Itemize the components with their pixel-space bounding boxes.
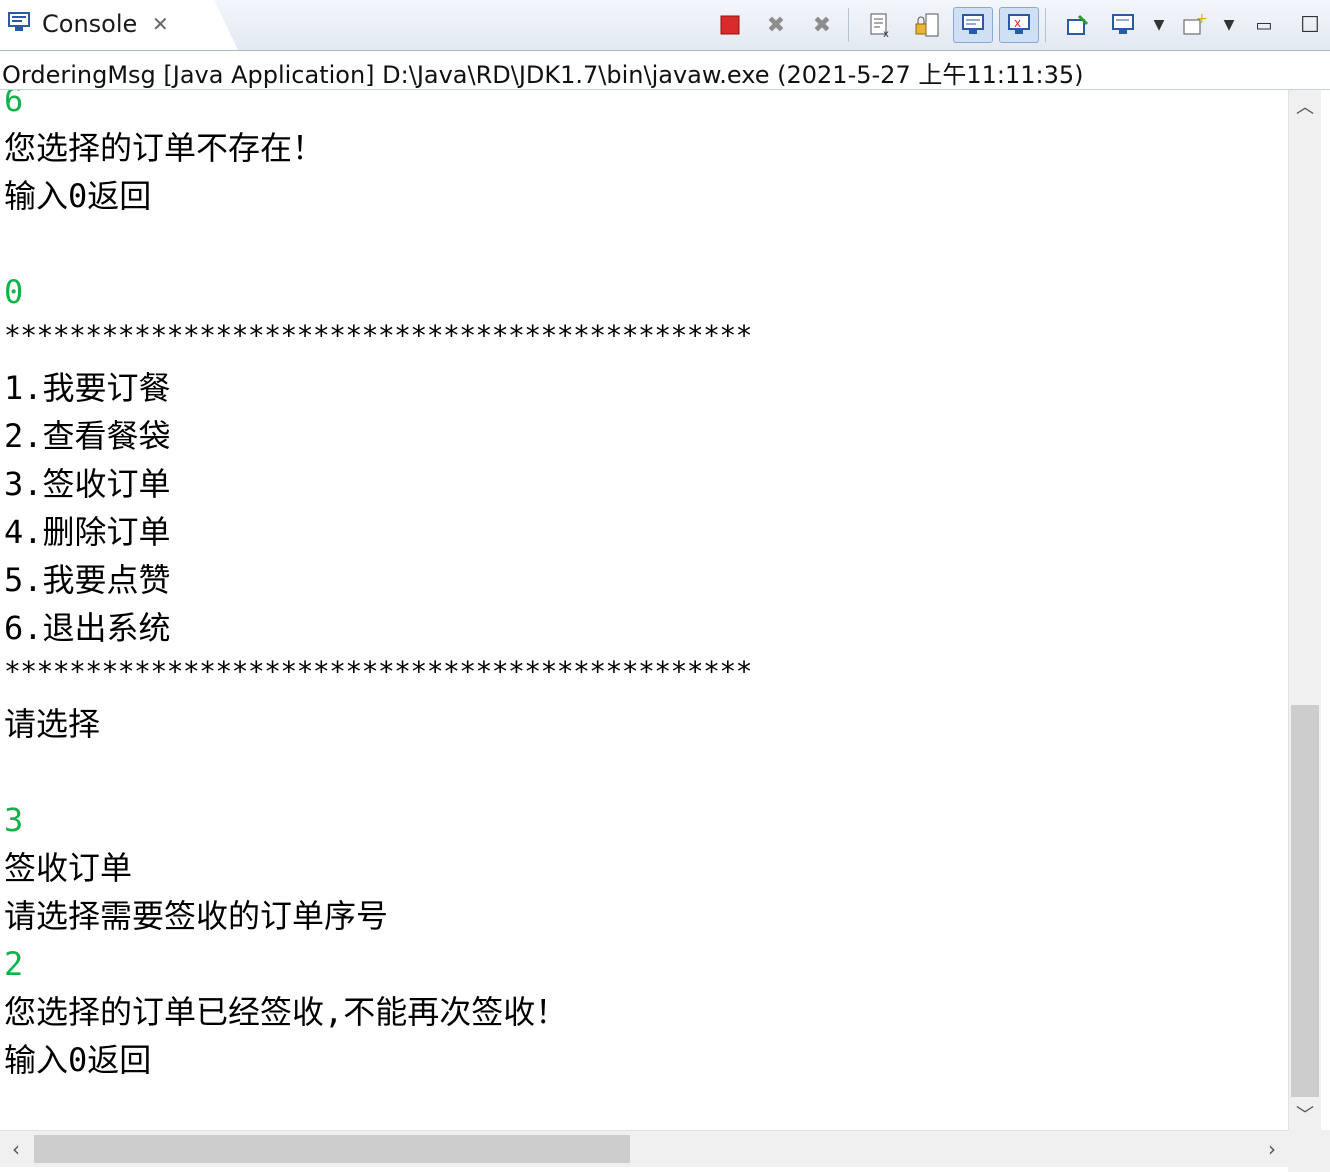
terminate-icon[interactable] xyxy=(710,7,750,43)
menu-item: 3.签收订单 xyxy=(4,465,171,503)
chevron-left-icon[interactable]: ‹ xyxy=(0,1131,32,1167)
console-line: 请选择 xyxy=(4,705,101,743)
process-title-bar: OrderingMsg [Java Application] D:\Java\R… xyxy=(0,51,1330,90)
chevron-up-icon[interactable]: ︿ xyxy=(1289,90,1321,122)
toolbar-separator xyxy=(848,8,849,42)
open-console-icon[interactable]: + xyxy=(1174,7,1214,43)
console-line: 请选择需要签收的订单序号 xyxy=(4,897,389,935)
chevron-right-icon[interactable]: › xyxy=(1256,1131,1288,1167)
console-line: 2 xyxy=(4,945,24,983)
menu-item: 5.我要点赞 xyxy=(4,561,171,599)
view-tab-bar: Console ✕ ✖ ✖ x x ▼ + ▼ ▭ ☐ xyxy=(0,0,1330,51)
chevron-down-icon[interactable]: ▼ xyxy=(1150,7,1168,43)
clear-console-icon[interactable]: x xyxy=(861,7,901,43)
console-toolbar: ✖ ✖ x x ▼ + ▼ ▭ ☐ xyxy=(704,6,1330,44)
menu-item: 2.查看餐袋 xyxy=(4,417,171,455)
minimize-icon[interactable]: ▭ xyxy=(1244,7,1284,43)
console-line: 0 xyxy=(4,273,24,311)
console-line: 输入0返回 xyxy=(4,177,152,215)
svg-text:+: + xyxy=(1196,12,1207,27)
console-icon xyxy=(8,12,30,31)
horizontal-scroll-thumb[interactable] xyxy=(34,1135,630,1163)
show-on-stderr-icon[interactable]: x xyxy=(999,7,1039,43)
console-line: 签收订单 xyxy=(4,849,133,887)
menu-item: 4.删除订单 xyxy=(4,513,171,551)
vertical-scroll-thumb[interactable] xyxy=(1291,705,1319,1097)
display-selected-console-icon[interactable] xyxy=(1104,7,1144,43)
scroll-lock-icon[interactable] xyxy=(907,7,947,43)
remove-launch-icon[interactable]: ✖ xyxy=(756,7,796,43)
svg-text:x: x xyxy=(883,29,889,38)
console-line: 您选择的订单不存在！ xyxy=(4,129,325,167)
vertical-scrollbar[interactable]: ︿ ﹀ xyxy=(1288,90,1321,1130)
svg-text:x: x xyxy=(1014,16,1021,30)
pin-console-icon[interactable] xyxy=(1058,7,1098,43)
chevron-down-icon[interactable]: ▼ xyxy=(1220,7,1238,43)
menu-item: 6.退出系统 xyxy=(4,609,171,647)
close-icon[interactable]: ✕ xyxy=(152,12,169,36)
console-line: 6 xyxy=(4,90,24,119)
console-line: 您选择的订单已经签收,不能再次签收！ xyxy=(4,993,568,1031)
console-separator: ****************************************… xyxy=(4,319,752,352)
menu-item: 1.我要订餐 xyxy=(4,369,171,407)
console-output[interactable]: 6 您选择的订单不存在！ 输入0返回 0 *******************… xyxy=(0,90,1288,1130)
remove-all-terminated-icon[interactable]: ✖ xyxy=(802,7,842,43)
maximize-icon[interactable]: ☐ xyxy=(1290,7,1330,43)
console-line: 3 xyxy=(4,801,24,839)
console-tab[interactable]: Console ✕ xyxy=(0,0,201,50)
console-line: 输入0返回 xyxy=(4,1041,152,1079)
tab-label: Console xyxy=(42,10,138,38)
process-title: OrderingMsg [Java Application] D:\Java\R… xyxy=(2,61,1084,89)
scrollbar-corner xyxy=(1288,1130,1330,1172)
horizontal-scrollbar[interactable]: ‹ › xyxy=(0,1130,1288,1167)
chevron-down-icon[interactable]: ﹀ xyxy=(1289,1098,1321,1130)
show-on-stdout-icon[interactable] xyxy=(953,7,993,43)
console-separator: ****************************************… xyxy=(4,655,752,688)
toolbar-separator xyxy=(1045,8,1046,42)
